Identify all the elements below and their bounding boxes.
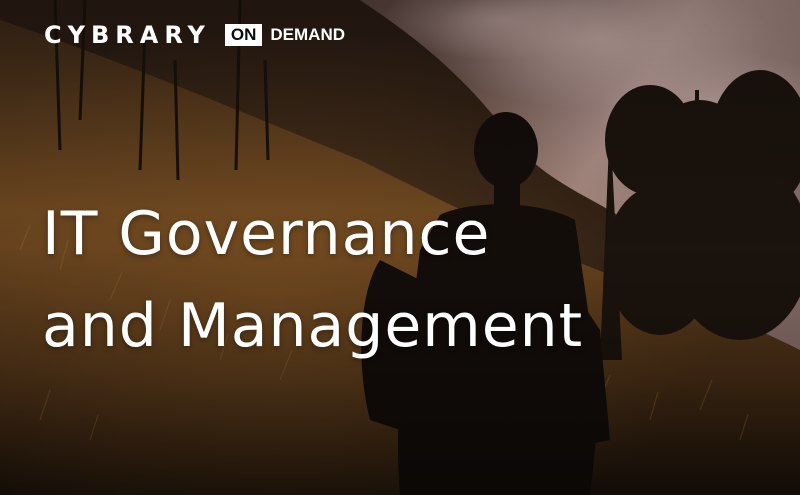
brand-name: CYBRARY: [44, 21, 211, 49]
course-title-line-2: and Management: [42, 291, 584, 361]
on-badge: ON: [224, 24, 263, 46]
course-title-line-1: IT Governance: [42, 199, 491, 269]
course-title: IT Governance and Management: [42, 188, 782, 372]
cybrary-logo: CYBRARY ON DEMAND: [44, 20, 345, 50]
hero-banner: CYBRARY ON DEMAND IT Governance and Mana…: [0, 0, 800, 495]
demand-label: DEMAND: [270, 25, 345, 44]
